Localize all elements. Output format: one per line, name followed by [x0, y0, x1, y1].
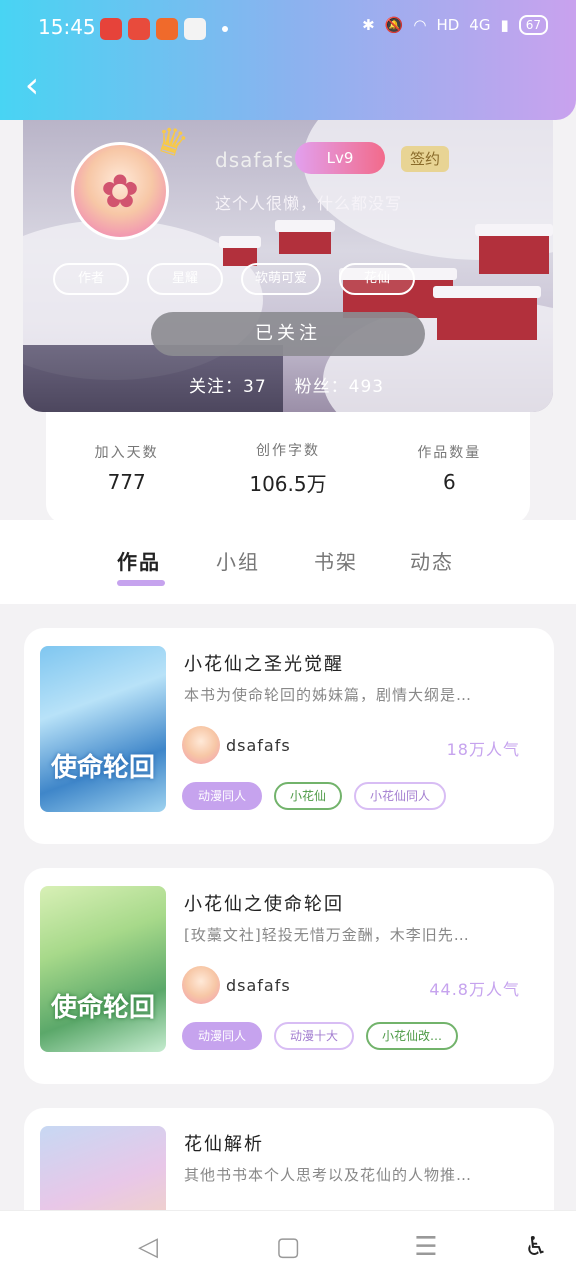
tab-bar: 作品 小组 书架 动态: [0, 520, 576, 604]
tab-groups[interactable]: 小组: [216, 546, 260, 575]
weibo-icon: [100, 18, 122, 40]
news-app-icon: [184, 18, 206, 40]
book-tag[interactable]: 小花仙同人: [354, 782, 447, 810]
nav-back-icon[interactable]: ◁: [128, 1227, 168, 1267]
stat-value: 777: [107, 470, 146, 494]
book-description: 其他书书本个人思考以及花仙的人物推…: [184, 1166, 473, 1184]
back-arrow-icon[interactable]: ‹: [16, 66, 48, 106]
follow-stats: 关注：37 粉丝：493: [189, 372, 384, 397]
tab-bookshelf[interactable]: 书架: [314, 546, 358, 575]
battery-icon: 67: [518, 15, 548, 35]
book-tag[interactable]: 小花仙: [274, 782, 343, 810]
book-cover[interactable]: 使命轮回: [40, 886, 166, 1052]
book-description: [玫藁文社]轻投无惜万金酬，木李旧先…: [184, 926, 470, 944]
cover-title: 使命轮回: [50, 993, 155, 1023]
book-cover[interactable]: 使命轮回: [40, 646, 166, 812]
stat-label: 加入天数: [94, 445, 159, 461]
bluetooth-icon: ✱: [362, 16, 375, 34]
network-type: HD: [436, 16, 460, 34]
author-avatar[interactable]: [182, 966, 220, 1004]
stat-label: 创作字数: [255, 442, 320, 459]
tab-works[interactable]: 作品: [117, 546, 161, 575]
status-indicators: ✱ 🔕 ◠ HD 4G ▮ 67: [362, 15, 548, 35]
red-house: [433, 286, 541, 340]
book-card[interactable]: 使命轮回 小花仙之使命轮回 [玫藁文社]轻投无惜万金酬，木李旧先… dsafaf…: [24, 868, 554, 1084]
stat-value: 6: [442, 470, 456, 494]
book-description: 本书为使命轮回的姊妹篇，剧情大纲是…: [184, 686, 473, 704]
wifi-icon: ◠: [413, 16, 427, 34]
red-house: [475, 224, 553, 274]
book-tags: 动漫同人 动漫十大 小花仙改…: [182, 1022, 459, 1050]
sign-badge: 签约: [401, 146, 449, 172]
book-card[interactable]: 使命轮回 小花仙之圣光觉醒 本书为使命轮回的姊妹篇，剧情大纲是… dsafafs…: [24, 628, 554, 844]
red-house: [275, 220, 335, 254]
username: dsafafs: [215, 148, 295, 172]
book-title[interactable]: 小花仙之使命轮回: [184, 890, 344, 916]
status-app-icons: [100, 18, 228, 40]
profile-tag[interactable]: 星耀: [147, 263, 223, 295]
tab-activity[interactable]: 动态: [410, 546, 454, 575]
stats-card: 加入天数 777 创作字数 106.5万 作品数量 6: [46, 412, 530, 524]
nav-recents-icon[interactable]: ☰: [406, 1227, 446, 1267]
stat-works-count: 作品数量 6: [384, 442, 514, 494]
book-tags: 动漫同人 小花仙 小花仙同人: [182, 782, 447, 810]
profile-tag[interactable]: 花仙: [339, 263, 416, 295]
author-name[interactable]: dsafafs: [226, 736, 291, 755]
fans-count[interactable]: 粉丝：493: [295, 372, 384, 397]
stat-word-count: 创作字数 106.5万: [223, 440, 353, 497]
stat-join-days: 加入天数 777: [62, 442, 192, 494]
shop-app-icon: [156, 18, 178, 40]
status-bar: 15:45 ✱ 🔕 ◠ HD 4G ▮ 67: [0, 0, 576, 46]
nav-home-icon[interactable]: ▢: [268, 1227, 308, 1267]
following-count[interactable]: 关注：37: [189, 372, 267, 397]
profile-tags: 作者 星耀 软萌可爱 花仙: [53, 263, 416, 295]
book-title[interactable]: 花仙解析: [184, 1130, 264, 1156]
cover-title: 使命轮回: [50, 753, 155, 783]
header: 15:45 ✱ 🔕 ◠ HD 4G ▮ 67 ‹: [0, 0, 576, 120]
bio: 这个人很懒，什么都没写: [215, 194, 403, 213]
mute-icon: 🔕: [384, 16, 404, 34]
book-tag[interactable]: 动漫同人: [182, 1022, 263, 1050]
popularity: 44.8万人气: [429, 980, 520, 999]
follow-button[interactable]: 已关注: [151, 312, 425, 356]
level-badge: Lv9: [295, 142, 385, 174]
book-title[interactable]: 小花仙之圣光觉醒: [184, 650, 344, 676]
more-notifications-icon: [222, 26, 228, 32]
book-tag[interactable]: 动漫十大: [274, 1022, 355, 1050]
accessibility-icon[interactable]: ♿: [516, 1227, 556, 1267]
signal-icon: ▮: [500, 16, 509, 34]
status-time: 15:45: [38, 15, 96, 39]
active-tab-indicator: [117, 580, 165, 586]
popularity: 18万人气: [446, 740, 520, 759]
profile-tag[interactable]: 软萌可爱: [241, 263, 322, 295]
author-avatar[interactable]: [182, 726, 220, 764]
video-app-icon: [128, 18, 150, 40]
signal-type: 4G: [469, 16, 491, 34]
book-tag[interactable]: 小花仙改…: [366, 1022, 459, 1050]
stat-value: 106.5万: [249, 471, 327, 496]
author-name[interactable]: dsafafs: [226, 976, 291, 995]
profile-tag[interactable]: 作者: [53, 263, 129, 295]
profile-banner: ✿ ♛ dsafafs Lv9 签约 这个人很懒，什么都没写 作者 星耀 软萌可…: [23, 120, 553, 412]
system-nav-bar: ◁ ▢ ☰ ♿: [0, 1210, 576, 1280]
book-tag[interactable]: 动漫同人: [182, 782, 263, 810]
stat-label: 作品数量: [417, 445, 482, 461]
